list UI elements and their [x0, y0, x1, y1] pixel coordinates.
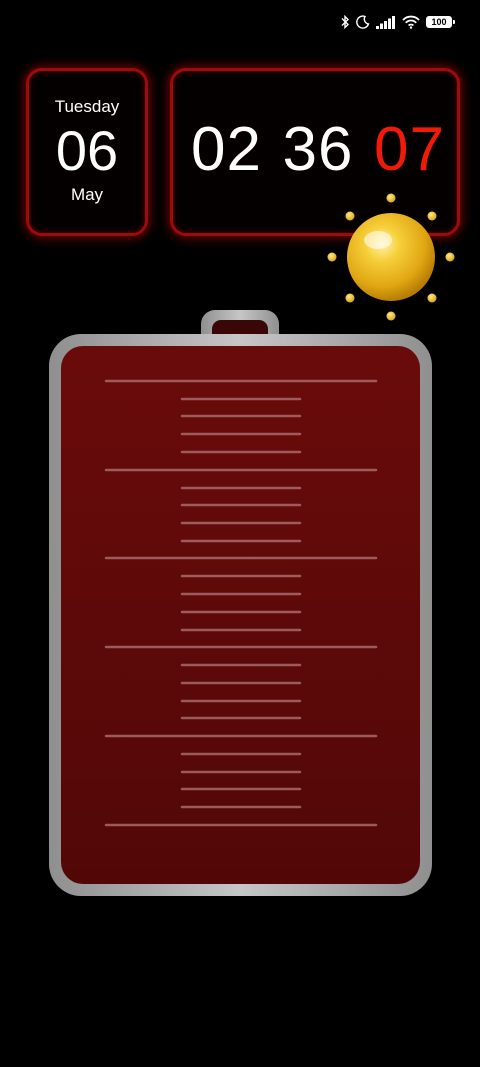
weekday-label: Tuesday [54, 97, 120, 116]
minutes-value: 36 [282, 115, 354, 184]
date-widget[interactable]: Tuesday 06 May [26, 68, 148, 236]
home-screen: 100 Tuesday 06 May 02 36 07 [0, 0, 480, 1067]
battery-level-text: 100 [431, 17, 447, 27]
time-display: 02 36 07 [191, 115, 445, 185]
battery-icon: 100 [426, 16, 455, 28]
day-number: 06 [55, 119, 119, 182]
wifi-icon [402, 15, 420, 29]
seconds-value: 07 [374, 115, 445, 184]
sun-icon [327, 193, 455, 321]
signal-icon [376, 15, 396, 29]
battery-gauge [49, 310, 432, 896]
bluetooth-icon [340, 15, 350, 29]
status-bar: 100 [340, 10, 455, 34]
battery-widget[interactable] [46, 308, 436, 900]
moon-icon [356, 15, 370, 29]
weather-widget[interactable] [326, 192, 456, 322]
hours-value: 02 [191, 115, 262, 184]
month-label: May [70, 185, 104, 204]
